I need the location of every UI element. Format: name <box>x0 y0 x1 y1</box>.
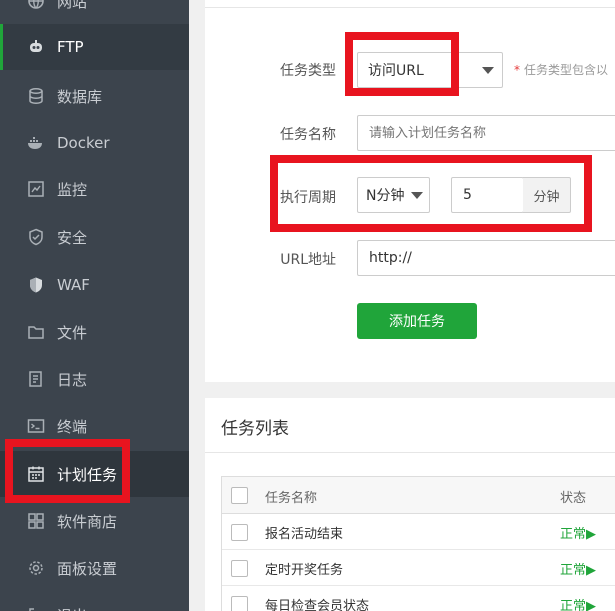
apps-grid-icon <box>27 512 45 530</box>
table-header: 任务名称 状态 <box>222 477 615 514</box>
task-status-toggle[interactable]: 正常▶ <box>560 523 596 542</box>
sidebar-item-waf[interactable]: WAF <box>0 262 189 308</box>
sidebar-item-label: 监控 <box>57 180 88 199</box>
task-name-cell: 每日检查会员状态 <box>265 599 370 611</box>
task-name-input[interactable] <box>357 115 615 151</box>
task-status-toggle[interactable]: 正常▶ <box>560 559 596 578</box>
waf-shield-icon <box>27 276 45 294</box>
ftp-icon <box>27 38 45 56</box>
task-type-select[interactable]: 访问URL <box>357 52 503 88</box>
sidebar-item-label: FTP <box>57 38 84 56</box>
period-minutes-input[interactable]: 5 <box>451 177 524 213</box>
sidebar-item-security[interactable]: 安全 <box>0 214 189 260</box>
calendar-icon <box>27 465 45 483</box>
sidebar-item-label: 终端 <box>57 417 88 436</box>
sidebar-item-label: 退出 <box>57 605 87 611</box>
row-checkbox[interactable] <box>231 524 248 541</box>
period-mode-select[interactable]: N分钟 <box>357 177 430 213</box>
gear-icon <box>27 559 45 577</box>
sidebar-item-label: 安全 <box>57 228 88 247</box>
chevron-down-icon <box>411 192 423 199</box>
task-type-hint: * 任务类型包含以 <box>514 61 608 78</box>
docker-icon <box>27 134 45 152</box>
monitor-icon <box>27 180 45 198</box>
panel-header-strip <box>205 0 615 8</box>
chevron-down-icon <box>482 67 494 74</box>
sidebar-item-label: 日志 <box>57 370 88 389</box>
sidebar-item-database[interactable]: 数据库 <box>0 73 189 119</box>
task-table: 任务名称 状态 报名活动结束 正常▶ 定时开奖任务 正常▶ 每日检查会员状态 正… <box>221 476 615 611</box>
task-status-toggle[interactable]: 正常▶ <box>560 595 596 611</box>
task-type-label: 任务类型 <box>280 63 336 79</box>
log-icon <box>27 370 45 388</box>
task-list-divider <box>205 452 615 453</box>
sidebar-item-label: 计划任务 <box>57 465 118 484</box>
select-all-checkbox[interactable] <box>231 487 248 504</box>
column-header-name: 任务名称 <box>265 491 318 506</box>
sidebar-item-monitor[interactable]: 监控 <box>0 166 189 212</box>
task-name-cell: 定时开奖任务 <box>265 563 344 578</box>
row-checkbox[interactable] <box>231 596 248 611</box>
shield-icon <box>27 228 45 246</box>
database-icon <box>27 87 45 105</box>
row-checkbox[interactable] <box>231 560 248 577</box>
sidebar-item-logout[interactable]: 退出 <box>0 592 189 611</box>
sidebar-item-label: 软件商店 <box>57 512 118 531</box>
url-label: URL地址 <box>280 252 336 268</box>
add-task-button[interactable]: 添加任务 <box>357 303 477 339</box>
sidebar-item-website[interactable]: 网站 <box>0 0 189 24</box>
table-row: 定时开奖任务 正常▶ <box>222 550 615 586</box>
column-header-status: 状态 <box>560 491 587 506</box>
sidebar-item-app-store[interactable]: 软件商店 <box>0 498 189 544</box>
period-unit-addon: 分钟 <box>523 177 571 213</box>
task-name-cell: 报名活动结束 <box>265 527 344 542</box>
sidebar-item-ftp[interactable]: FTP <box>0 24 189 70</box>
terminal-icon <box>27 417 45 435</box>
sidebar-item-files[interactable]: 文件 <box>0 309 189 355</box>
sidebar-item-label: 网站 <box>57 0 88 11</box>
table-row: 每日检查会员状态 正常▶ <box>222 586 615 611</box>
task-list-title: 任务列表 <box>221 419 289 439</box>
sidebar-item-label: 面板设置 <box>57 559 118 578</box>
logout-icon <box>27 606 45 611</box>
sidebar-item-logs[interactable]: 日志 <box>0 356 189 402</box>
sidebar-item-terminal[interactable]: 终端 <box>0 403 189 449</box>
sidebar-item-label: Docker <box>57 134 110 152</box>
task-type-value: 访问URL <box>368 63 424 79</box>
task-type-hint-text: 任务类型包含以 <box>524 63 609 77</box>
sidebar-item-docker[interactable]: Docker <box>0 120 189 166</box>
folder-icon <box>27 323 45 341</box>
required-star-icon: * <box>514 63 520 77</box>
period-mode-value: N分钟 <box>366 188 405 204</box>
sidebar-item-panel-settings[interactable]: 面板设置 <box>0 545 189 591</box>
sidebar-item-cron[interactable]: 计划任务 <box>0 451 189 497</box>
sidebar-item-label: WAF <box>57 276 90 294</box>
sidebar-item-label: 文件 <box>57 323 88 342</box>
period-label: 执行周期 <box>280 190 336 206</box>
task-name-label: 任务名称 <box>280 127 336 143</box>
table-row: 报名活动结束 正常▶ <box>222 514 615 550</box>
sidebar: 网站 FTP 数据库 Docker 监控 安全 WAF 文件 日志 终端 计划任… <box>0 0 189 611</box>
sidebar-item-label: 数据库 <box>57 87 103 106</box>
url-input[interactable]: http:// <box>357 240 615 276</box>
globe-icon <box>27 0 45 10</box>
